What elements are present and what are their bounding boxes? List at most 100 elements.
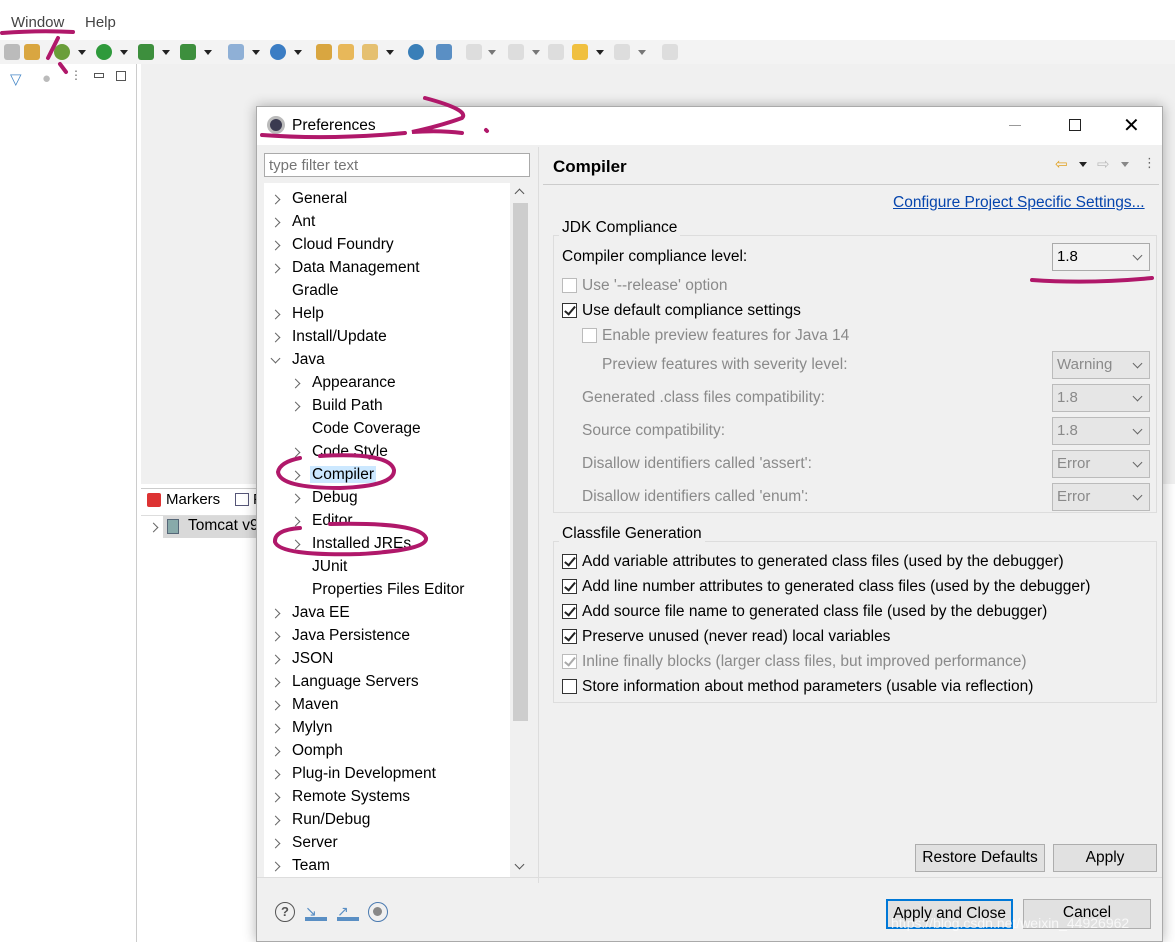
debug-icon[interactable]	[54, 44, 70, 60]
external-tools-icon[interactable]	[180, 44, 196, 60]
tree-item[interactable]: Ant	[270, 211, 317, 233]
import-icon[interactable]: ↘	[305, 903, 327, 921]
chevron-right-icon[interactable]	[270, 769, 281, 780]
run-icon[interactable]	[96, 44, 112, 60]
tree-item[interactable]: Java EE	[270, 602, 352, 624]
prev-annotation-icon[interactable]	[508, 44, 524, 60]
tree-item[interactable]: Help	[270, 303, 326, 325]
chevron-right-icon[interactable]	[270, 746, 281, 757]
toolbar-icon[interactable]	[24, 44, 40, 60]
tree-item[interactable]: Editor	[290, 510, 355, 532]
maximize-icon[interactable]	[1069, 119, 1081, 131]
chevron-right-icon[interactable]	[290, 493, 301, 504]
help-icon[interactable]: ?	[275, 902, 295, 922]
tree-item[interactable]: JSON	[270, 648, 335, 670]
chevron-right-icon[interactable]	[270, 240, 281, 251]
tree-item[interactable]: Java Persistence	[270, 625, 412, 647]
chevron-right-icon[interactable]	[270, 194, 281, 205]
enum-select[interactable]: Error	[1052, 483, 1150, 511]
chevron-right-icon[interactable]	[270, 815, 281, 826]
chevron-right-icon[interactable]	[270, 838, 281, 849]
release-checkbox[interactable]	[562, 278, 577, 293]
tree-item[interactable]: Properties Files Editor	[290, 579, 466, 601]
tree-item[interactable]: Data Management	[270, 257, 422, 279]
tree-item[interactable]: Plug-in Development	[270, 763, 438, 785]
filter-input[interactable]	[264, 153, 530, 177]
chevron-right-icon[interactable]	[270, 677, 281, 688]
use-default-checkbox[interactable]	[562, 303, 577, 318]
apply-button[interactable]: Apply	[1053, 844, 1157, 872]
tree-item-server[interactable]: Tomcat v9	[163, 516, 261, 538]
open-type-icon[interactable]	[316, 44, 332, 60]
tree-scrollbar[interactable]	[510, 183, 530, 877]
export-icon[interactable]: ↗	[337, 903, 359, 921]
chevron-right-icon[interactable]	[270, 792, 281, 803]
chevron-right-icon[interactable]	[270, 263, 281, 274]
chevron-right-icon[interactable]	[270, 654, 281, 665]
open-folder-icon[interactable]	[338, 44, 354, 60]
pen-icon[interactable]	[362, 44, 378, 60]
classfile-option-checkbox[interactable]	[562, 629, 577, 644]
close-icon[interactable]: ✕	[1123, 113, 1140, 138]
classfile-option-checkbox[interactable]	[562, 579, 577, 594]
tree-item[interactable]: Compiler	[290, 464, 377, 486]
collapse-icon[interactable]: ●	[42, 70, 51, 87]
toolbar-icon[interactable]	[4, 44, 20, 60]
menu-help[interactable]: Help	[85, 14, 116, 31]
new-server-icon[interactable]	[228, 44, 244, 60]
tree-item[interactable]: Java	[270, 349, 327, 371]
chevron-right-icon[interactable]	[270, 332, 281, 343]
enable-preview-checkbox[interactable]	[582, 328, 597, 343]
chevron-right-icon[interactable]	[290, 539, 301, 550]
chevron-right-icon[interactable]	[270, 309, 281, 320]
restore-defaults-button[interactable]: Restore Defaults	[915, 844, 1045, 872]
tree-item[interactable]: General	[270, 188, 349, 210]
tree-item[interactable]: Language Servers	[270, 671, 421, 693]
run-coverage-icon[interactable]	[138, 44, 154, 60]
toolbar-icon[interactable]	[436, 44, 452, 60]
tree-item[interactable]: JUnit	[290, 556, 349, 578]
view-menu-icon[interactable]: ⋮	[1143, 155, 1156, 171]
tree-item[interactable]: Remote Systems	[270, 786, 412, 808]
tree-item[interactable]: Build Path	[290, 395, 385, 417]
scrollbar-thumb[interactable]	[513, 203, 528, 721]
source-compat-select[interactable]: 1.8	[1052, 417, 1150, 445]
next-annotation-icon[interactable]	[466, 44, 482, 60]
tree-item[interactable]: Install/Update	[270, 326, 389, 348]
filter-icon[interactable]: ▽	[10, 70, 22, 88]
class-compat-select[interactable]: 1.8	[1052, 384, 1150, 412]
chevron-right-icon[interactable]	[290, 447, 301, 458]
chevron-right-icon[interactable]	[290, 470, 301, 481]
chevron-right-icon[interactable]	[290, 401, 301, 412]
preview-severity-select[interactable]: Warning	[1052, 351, 1150, 379]
tree-item[interactable]: Team	[270, 855, 332, 877]
tree-item[interactable]: Server	[270, 832, 340, 854]
classfile-option-checkbox[interactable]	[562, 654, 577, 669]
tree-item[interactable]: Appearance	[290, 372, 398, 394]
tree-item[interactable]: Gradle	[270, 280, 341, 302]
back-icon[interactable]	[572, 44, 588, 60]
maximize-icon[interactable]	[116, 71, 126, 81]
chevron-right-icon[interactable]	[290, 378, 301, 389]
tree-item[interactable]: Debug	[290, 487, 360, 509]
globe-icon[interactable]	[408, 44, 424, 60]
scroll-up-icon[interactable]	[514, 188, 525, 199]
tree-item[interactable]: Code Style	[290, 441, 390, 463]
tree-item[interactable]: Run/Debug	[270, 809, 372, 831]
tree-item[interactable]: Maven	[270, 694, 341, 716]
back-icon[interactable]: ⇦	[1055, 155, 1068, 173]
compliance-select[interactable]: 1.8	[1052, 243, 1150, 271]
chevron-right-icon[interactable]	[270, 723, 281, 734]
minimize-icon[interactable]	[1009, 125, 1021, 126]
minimize-icon[interactable]	[94, 73, 104, 78]
chevron-right-icon[interactable]	[290, 516, 301, 527]
pin-editor-icon[interactable]	[662, 44, 678, 60]
chevron-right-icon[interactable]	[270, 700, 281, 711]
project-specific-link[interactable]: Configure Project Specific Settings...	[893, 194, 1145, 212]
classfile-option-checkbox[interactable]	[562, 679, 577, 694]
tree-item[interactable]: Mylyn	[270, 717, 334, 739]
classfile-option-checkbox[interactable]	[562, 604, 577, 619]
last-edit-icon[interactable]	[548, 44, 564, 60]
tab-markers[interactable]: Markers	[166, 491, 220, 508]
assert-select[interactable]: Error	[1052, 450, 1150, 478]
